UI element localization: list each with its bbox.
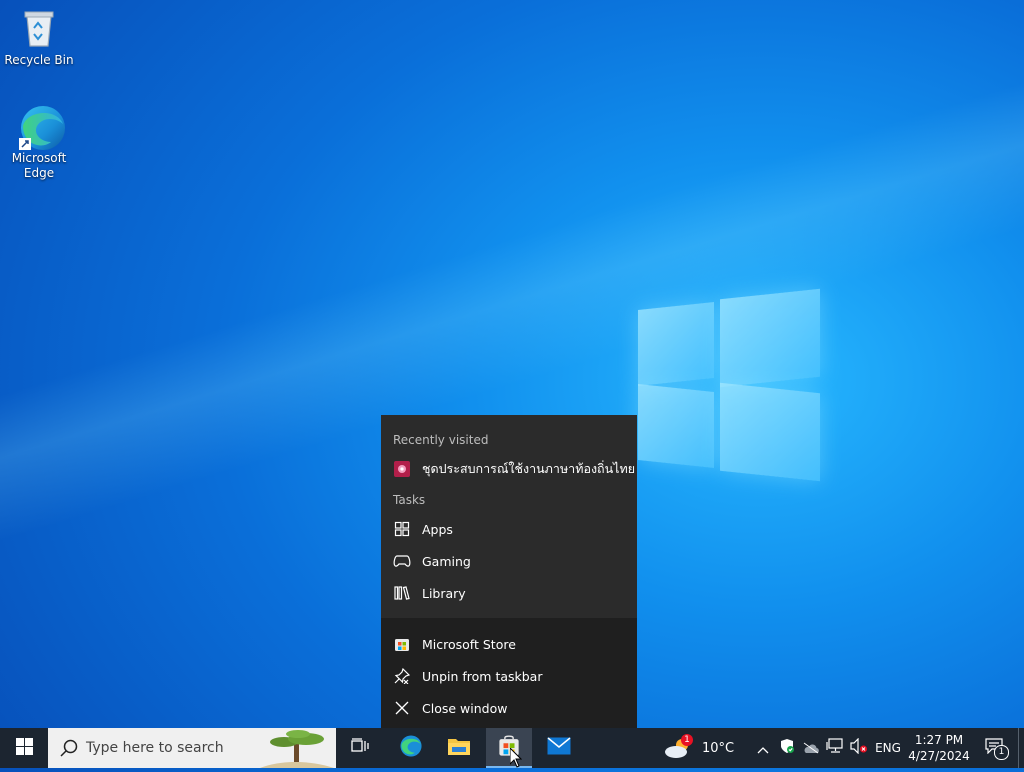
notification-count-badge: 1: [994, 745, 1009, 760]
action-close-window[interactable]: Close window: [381, 692, 637, 724]
search-icon: [60, 739, 78, 757]
thai-flower-icon: [393, 460, 411, 478]
action-center-button[interactable]: 1: [976, 728, 1012, 768]
onedrive-tray[interactable]: [800, 728, 822, 768]
show-hidden-icons-button[interactable]: [754, 728, 772, 768]
game-controller-icon: [393, 552, 411, 570]
task-library-label: Library: [422, 585, 466, 601]
recycle-bin-label: Recycle Bin: [4, 53, 74, 67]
edge-taskbar-icon: [399, 734, 423, 762]
chevron-up-icon: [757, 739, 769, 758]
taskbar-mail-button[interactable]: [538, 728, 580, 768]
task-gaming[interactable]: Gaming: [381, 545, 637, 577]
onedrive-cloud-icon: [802, 739, 820, 758]
mail-icon: [547, 737, 571, 759]
task-gaming-label: Gaming: [422, 553, 471, 569]
taskbar-edge-button[interactable]: [390, 728, 432, 768]
weather-temp: 10°C: [702, 740, 735, 756]
windows-start-icon: [15, 737, 33, 759]
action-open-store[interactable]: Microsoft Store: [381, 628, 637, 660]
action-close-label: Close window: [422, 700, 508, 716]
weather-cloud-icon: 1: [664, 734, 693, 760]
weather-alert-badge: 1: [681, 734, 693, 746]
recent-item-label: ชุดประสบการณ์ใช้งานภาษาท้องถิ่นไทย: [422, 461, 636, 476]
recycle-bin-icon: [17, 6, 61, 50]
clock-time: 1:27 PM: [914, 733, 964, 747]
shield-icon: [779, 738, 795, 758]
folder-icon: [447, 736, 471, 760]
unpin-icon: [393, 667, 411, 685]
task-library[interactable]: Library: [381, 577, 637, 609]
close-icon: [393, 699, 411, 717]
taskbar: Type here to search 1 10°C ENG 1:27 PM 4…: [0, 728, 1024, 768]
desktop-icon-edge[interactable]: Microsoft Edge: [2, 104, 76, 181]
network-tray[interactable]: [824, 728, 846, 768]
input-language-button[interactable]: ENG: [872, 728, 904, 768]
mouse-cursor-icon: [509, 746, 523, 772]
weather-widget[interactable]: 1 10°C: [664, 728, 744, 768]
clock-date: 4/27/2024: [908, 749, 970, 763]
notification-icon: 1: [985, 738, 1009, 760]
task-apps[interactable]: Apps: [381, 513, 637, 545]
search-box[interactable]: Type here to search: [48, 728, 336, 768]
start-button[interactable]: [0, 728, 48, 768]
tasks-header: Tasks: [393, 493, 426, 507]
edge-icon: [17, 104, 65, 150]
task-view-icon: [351, 738, 369, 758]
microsoft-store-icon: [393, 635, 411, 653]
search-placeholder: Type here to search: [86, 740, 224, 756]
network-icon: [826, 738, 844, 758]
speaker-muted-icon: [850, 737, 868, 758]
library-books-icon: [393, 584, 411, 602]
taskbar-file-explorer-button[interactable]: [438, 728, 480, 768]
task-view-button[interactable]: [340, 728, 380, 768]
language-indicator: ENG: [875, 741, 901, 755]
show-desktop-button[interactable]: [1018, 728, 1024, 768]
task-apps-label: Apps: [422, 521, 453, 537]
taskbar-store-button[interactable]: [486, 728, 532, 768]
edge-label: Microsoft Edge: [11, 151, 67, 180]
desktop-icon-recycle-bin[interactable]: Recycle Bin: [2, 6, 76, 68]
store-jump-list: Recently visited ชุดประสบการณ์ใช้งานภาษา…: [381, 415, 637, 728]
windows-security-tray[interactable]: [776, 728, 798, 768]
action-unpin-taskbar[interactable]: Unpin from taskbar: [381, 660, 637, 692]
volume-tray[interactable]: [848, 728, 870, 768]
recent-item-thai-language[interactable]: ชุดประสบการณ์ใช้งานภาษาท้องถิ่นไทย: [381, 453, 637, 485]
recently-visited-header: Recently visited: [393, 433, 489, 447]
action-unpin-label: Unpin from taskbar: [422, 668, 543, 684]
apps-grid-icon: [393, 520, 411, 538]
action-open-store-label: Microsoft Store: [422, 636, 516, 652]
search-highlight-tree-icon: [260, 730, 334, 768]
windows-logo-wallpaper: [636, 288, 826, 482]
clock-button[interactable]: 1:27 PM 4/27/2024: [906, 728, 972, 768]
